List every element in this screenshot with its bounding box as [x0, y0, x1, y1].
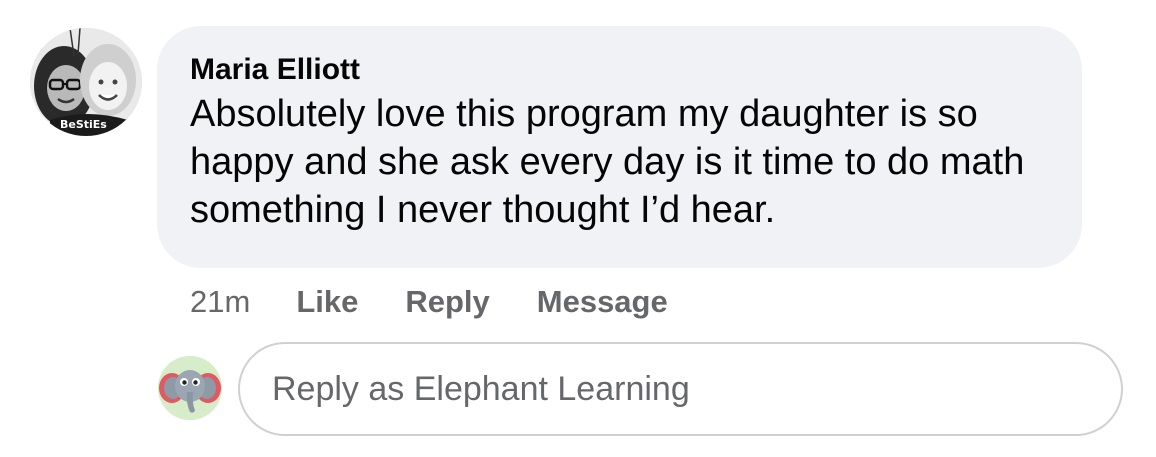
- comment-bubble: Maria Elliott Absolutely love this progr…: [157, 26, 1082, 268]
- comment-timestamp[interactable]: 21m: [190, 284, 250, 320]
- reply-avatar: [158, 356, 222, 420]
- avatar-caption-text: BeStiEs: [60, 118, 107, 131]
- elephant-icon: [158, 356, 222, 420]
- comment-actions: 21m Like Reply Message: [190, 282, 715, 322]
- reply-input[interactable]: [238, 342, 1123, 436]
- commenter-avatar[interactable]: BeStiEs: [30, 28, 142, 136]
- reply-button[interactable]: Reply: [405, 284, 489, 320]
- like-button[interactable]: Like: [296, 284, 358, 320]
- comment-text: Absolutely love this program my daughter…: [190, 93, 1025, 231]
- profile-photo-icon: BeStiEs: [30, 28, 142, 136]
- message-button[interactable]: Message: [537, 284, 668, 320]
- comment-author-name[interactable]: Maria Elliott: [190, 52, 1052, 88]
